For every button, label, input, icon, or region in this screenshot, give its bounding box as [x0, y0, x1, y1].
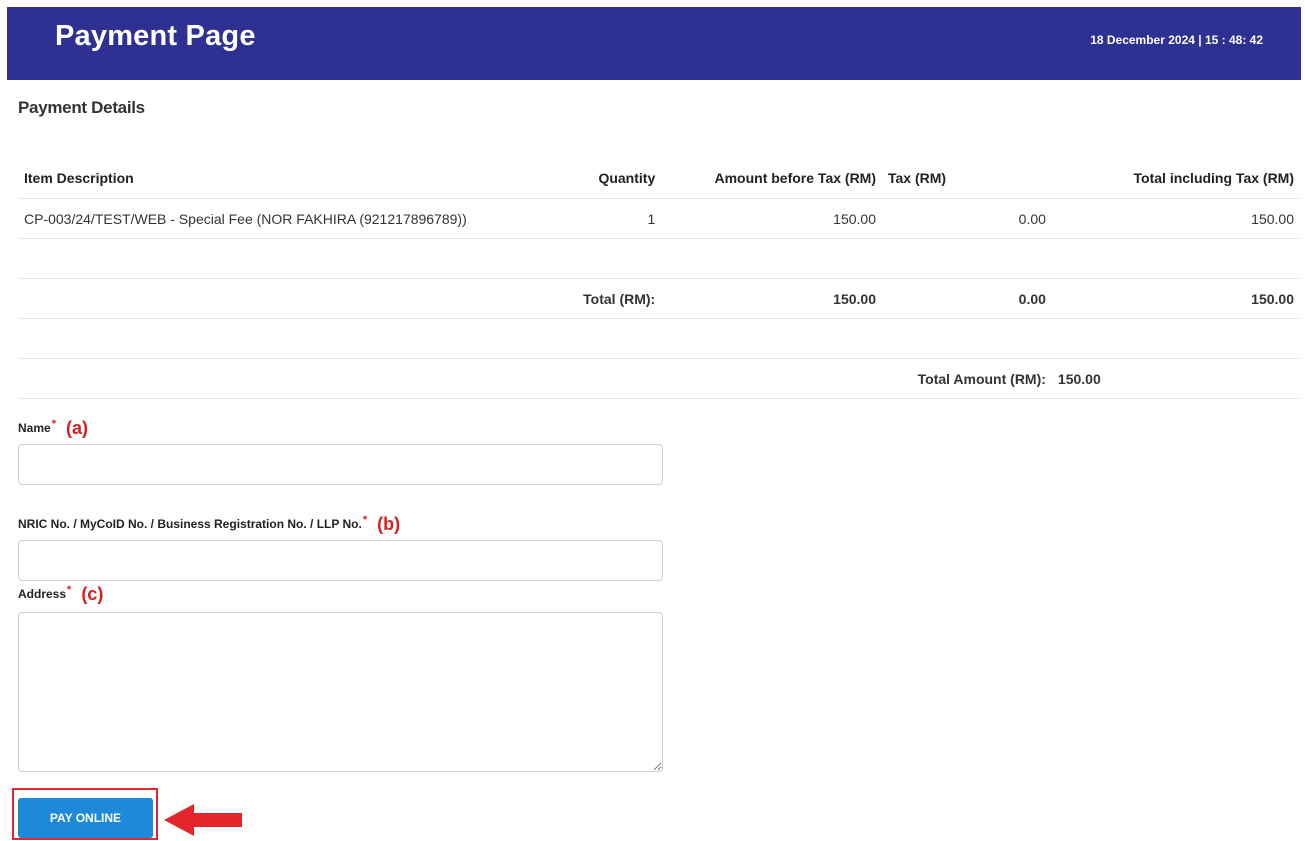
- required-mark: *: [67, 584, 72, 596]
- left-arrow-icon: [164, 804, 242, 836]
- pay-online-button[interactable]: PAY ONLINE: [18, 798, 153, 838]
- grand-total-row: Total Amount (RM): 150.00: [18, 358, 1300, 399]
- page-header: Payment Page 18 December 2024 | 15 : 48:…: [7, 7, 1301, 80]
- address-label: Address* (c): [18, 584, 103, 605]
- annotation-a: (a): [65, 418, 88, 438]
- grand-total-label: Total Amount (RM):: [661, 358, 1052, 399]
- address-label-text: Address: [18, 587, 67, 601]
- table-spacer-row: [18, 318, 1300, 359]
- id-number-label: NRIC No. / MyCoID No. / Business Registr…: [18, 514, 400, 535]
- totals-amount-before-tax: 150.00: [661, 278, 882, 319]
- required-mark: *: [51, 418, 56, 430]
- column-header-amount-before-tax: Amount before Tax (RM): [661, 158, 882, 199]
- column-header-quantity: Quantity: [553, 158, 662, 199]
- item-description-cell: CP-003/24/TEST/WEB - Special Fee (NOR FA…: [18, 198, 554, 239]
- address-textarea[interactable]: [18, 612, 663, 772]
- annotation-c: (c): [81, 584, 104, 604]
- id-number-label-text: NRIC No. / MyCoID No. / Business Registr…: [18, 517, 362, 531]
- table-header-row: Item Description Quantity Amount before …: [18, 158, 1300, 199]
- header-datetime: 18 December 2024 | 15 : 48: 42: [1090, 33, 1263, 47]
- column-header-tax: Tax (RM): [882, 158, 1052, 199]
- column-header-total-including-tax: Total including Tax (RM): [1051, 158, 1300, 199]
- table-row: CP-003/24/TEST/WEB - Special Fee (NOR FA…: [18, 198, 1300, 239]
- quantity-cell: 1: [553, 198, 662, 239]
- column-header-description: Item Description: [18, 158, 554, 199]
- annotation-b: (b): [377, 514, 401, 534]
- name-label: Name* (a): [18, 418, 88, 439]
- totals-label: Total (RM):: [553, 278, 662, 319]
- grand-total-value: 150.00: [1051, 358, 1300, 399]
- tax-cell: 0.00: [882, 198, 1052, 239]
- section-title-payment-details: Payment Details: [18, 98, 145, 117]
- payment-table: Item Description Quantity Amount before …: [18, 158, 1300, 399]
- required-mark: *: [362, 514, 368, 526]
- id-number-input[interactable]: [18, 540, 663, 581]
- total-including-tax-cell: 150.00: [1051, 198, 1300, 239]
- page-title: Payment Page: [55, 20, 256, 52]
- totals-row: Total (RM): 150.00 0.00 150.00: [18, 278, 1300, 319]
- name-input[interactable]: [18, 444, 663, 485]
- totals-tax: 0.00: [882, 278, 1052, 319]
- table-spacer-row: [18, 238, 1300, 279]
- totals-total-including-tax: 150.00: [1051, 278, 1300, 319]
- name-label-text: Name: [18, 421, 51, 435]
- amount-before-tax-cell: 150.00: [661, 198, 882, 239]
